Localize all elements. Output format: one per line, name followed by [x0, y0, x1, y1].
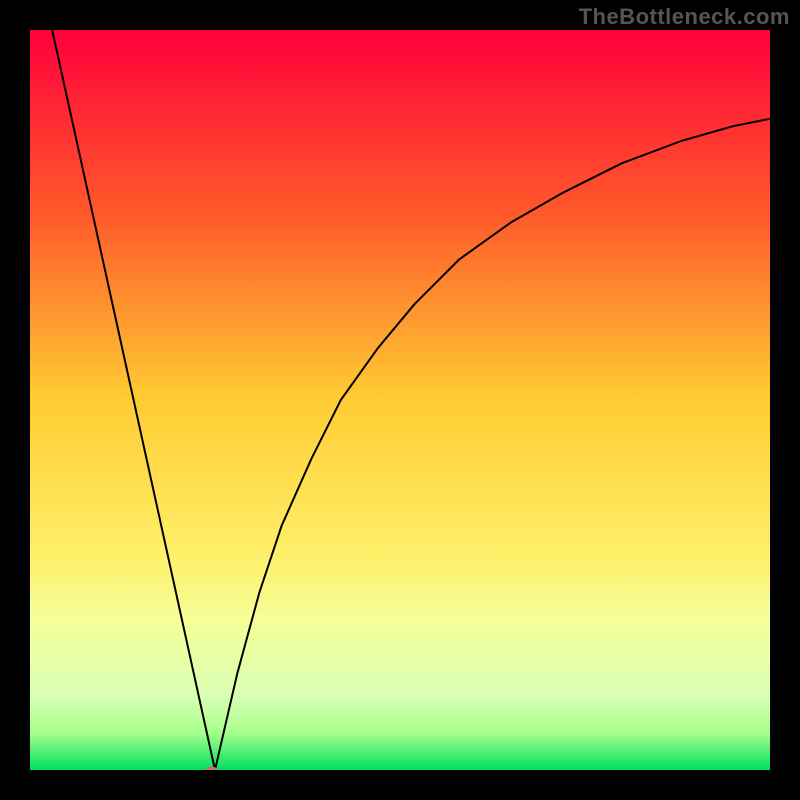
chart-frame: TheBottleneck.com	[0, 0, 800, 800]
chart-svg	[30, 30, 770, 770]
gradient-background	[30, 30, 770, 770]
plot-area	[30, 30, 770, 770]
watermark-text: TheBottleneck.com	[579, 4, 790, 30]
